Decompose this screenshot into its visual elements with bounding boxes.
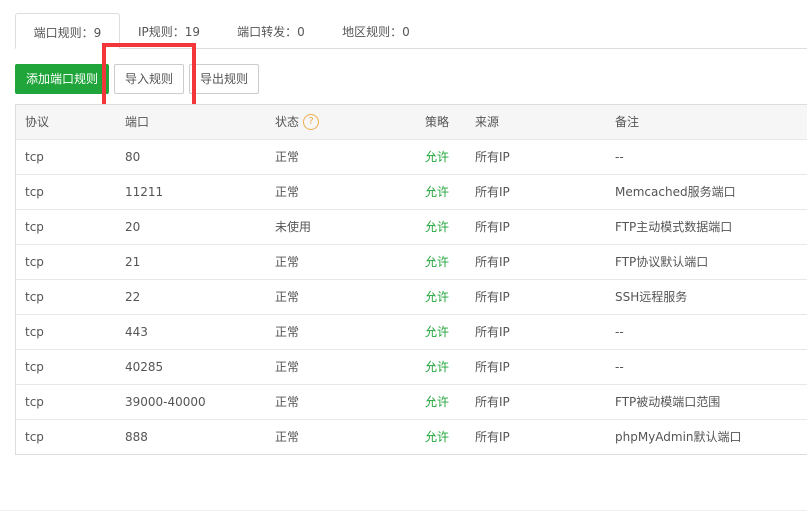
cell-source: 所有IP (475, 360, 510, 374)
cell-port: 39000-40000 (125, 395, 206, 409)
tab-ip-rules[interactable]: IP规则：19 (123, 13, 215, 48)
cell-policy: 允许 (425, 290, 450, 304)
header-status-label: 状态 (275, 115, 300, 129)
cell-policy: 允许 (425, 220, 450, 234)
cell-remark: phpMyAdmin默认端口 (615, 430, 742, 444)
cell-remark: SSH远程服务 (615, 290, 688, 304)
cell-source: 所有IP (475, 325, 510, 339)
table-row: tcp 11211 正常 允许 所有IP Memcached服务端口 (16, 174, 807, 209)
cell-policy: 允许 (425, 150, 450, 164)
port-rules-table: 协议 端口 状态? 策略 来源 备注 tcp 80 正常 允许 所有IP -- … (15, 104, 807, 455)
import-rules-button[interactable]: 导入规则 (114, 64, 184, 94)
header-remark: 备注 (615, 115, 640, 129)
header-source: 来源 (475, 115, 500, 129)
cell-remark: -- (615, 360, 624, 374)
cell-port: 888 (125, 430, 148, 444)
cell-status: 正常 (275, 290, 300, 304)
cell-status: 正常 (275, 325, 300, 339)
table-row: tcp 888 正常 允许 所有IP phpMyAdmin默认端口 (16, 419, 807, 454)
header-protocol: 协议 (25, 115, 50, 129)
tab-port-forward[interactable]: 端口转发：0 (221, 13, 321, 48)
table-row: tcp 40285 正常 允许 所有IP -- (16, 349, 807, 384)
cell-port: 11211 (125, 185, 164, 199)
cell-policy: 允许 (425, 395, 450, 409)
cell-status: 正常 (275, 430, 300, 444)
cell-protocol: tcp (25, 290, 44, 304)
cell-remark: -- (615, 325, 624, 339)
header-port: 端口 (125, 115, 150, 129)
table-row: tcp 39000-40000 正常 允许 所有IP FTP被动模端口范围 (16, 384, 807, 419)
cell-protocol: tcp (25, 430, 44, 444)
cell-source: 所有IP (475, 150, 510, 164)
cell-port: 20 (125, 220, 141, 234)
cell-policy: 允许 (425, 360, 450, 374)
cell-status: 正常 (275, 360, 300, 374)
header-policy: 策略 (425, 115, 450, 129)
table-row: tcp 22 正常 允许 所有IP SSH远程服务 (16, 279, 807, 314)
cell-source: 所有IP (475, 430, 510, 444)
cell-source: 所有IP (475, 220, 510, 234)
cell-port: 80 (125, 150, 141, 164)
bottom-divider (0, 510, 807, 511)
cell-port: 21 (125, 255, 141, 269)
cell-remark: FTP协议默认端口 (615, 255, 709, 269)
cell-port: 443 (125, 325, 148, 339)
table-row: tcp 443 正常 允许 所有IP -- (16, 314, 807, 349)
cell-status: 未使用 (275, 220, 312, 234)
help-question-icon[interactable]: ? (303, 113, 320, 130)
export-rules-button[interactable]: 导出规则 (189, 64, 259, 94)
cell-policy: 允许 (425, 430, 450, 444)
cell-status: 正常 (275, 395, 300, 409)
cell-status: 正常 (275, 255, 300, 269)
add-port-rule-button[interactable]: 添加端口规则 (15, 64, 109, 94)
header-status: 状态? (275, 105, 320, 140)
cell-remark: FTP主动模式数据端口 (615, 220, 733, 234)
cell-status: 正常 (275, 150, 300, 164)
tab-port-rules[interactable]: 端口规则：9 (15, 13, 120, 49)
cell-protocol: tcp (25, 325, 44, 339)
rule-tabs: 端口规则：9 IP规则：19 端口转发：0 地区规则：0 (15, 13, 807, 49)
cell-protocol: tcp (25, 360, 44, 374)
cell-source: 所有IP (475, 395, 510, 409)
cell-protocol: tcp (25, 220, 44, 234)
cell-source: 所有IP (475, 185, 510, 199)
cell-port: 40285 (125, 360, 164, 374)
cell-source: 所有IP (475, 255, 510, 269)
cell-policy: 允许 (425, 325, 450, 339)
cell-remark: Memcached服务端口 (615, 185, 736, 199)
tab-region-rules[interactable]: 地区规则：0 (326, 13, 426, 48)
table-row: tcp 21 正常 允许 所有IP FTP协议默认端口 (16, 244, 807, 279)
cell-policy: 允许 (425, 255, 450, 269)
cell-policy: 允许 (425, 185, 450, 199)
cell-remark: FTP被动模端口范围 (615, 395, 721, 409)
cell-status: 正常 (275, 185, 300, 199)
table-header: 协议 端口 状态? 策略 来源 备注 (16, 104, 807, 139)
table-row: tcp 80 正常 允许 所有IP -- (16, 139, 807, 174)
cell-remark: -- (615, 150, 624, 164)
cell-source: 所有IP (475, 290, 510, 304)
cell-protocol: tcp (25, 395, 44, 409)
cell-protocol: tcp (25, 185, 44, 199)
table-row: tcp 20 未使用 允许 所有IP FTP主动模式数据端口 (16, 209, 807, 244)
cell-protocol: tcp (25, 255, 44, 269)
cell-protocol: tcp (25, 150, 44, 164)
cell-port: 22 (125, 290, 141, 304)
